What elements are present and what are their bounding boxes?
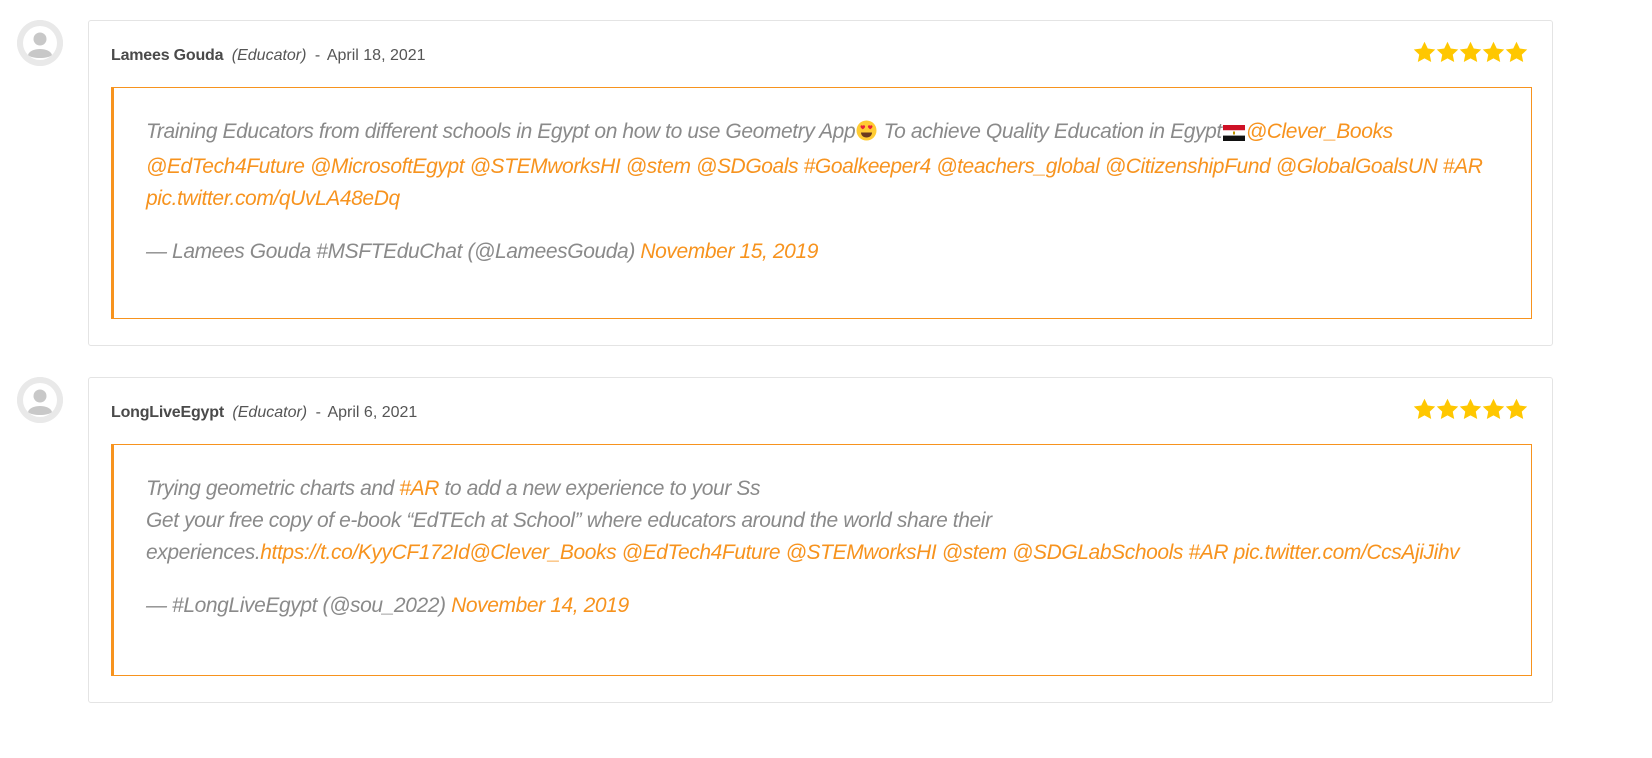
star-rating (1413, 41, 1528, 63)
tweet-url-link[interactable]: https://t.co/KyyCF172Id (260, 541, 469, 564)
user-silhouette-icon (17, 377, 63, 423)
tweet-mention-link[interactable]: @SDGoals (696, 155, 799, 178)
star-icon (1436, 398, 1459, 420)
tweet-text-segment: Training Educators from different school… (146, 120, 856, 143)
user-silhouette-icon (17, 20, 63, 66)
tweet-quote: Trying geometric charts and #AR to add a… (111, 444, 1532, 676)
review-author: Lamees Gouda (111, 47, 224, 64)
star-icon (1482, 398, 1505, 420)
tweet-hashtag-link[interactable]: #AR (1188, 541, 1228, 564)
tweet-text-segment: Trying geometric charts and (146, 477, 400, 500)
tweet-text-segment: experiences. (146, 541, 261, 564)
review-role: (Educator) (231, 47, 307, 64)
tweet-hashtag-link[interactable]: #AR (1443, 155, 1483, 178)
review-date: April 18, 2021 (326, 47, 426, 64)
review-role: (Educator) (232, 404, 308, 421)
review-meta: LongLiveEgypt (Educator) - April 6, 2021 (111, 402, 417, 424)
tweet-mention-link[interactable]: @EdTech4Future (146, 155, 305, 178)
tweet-date-link[interactable]: November 14, 2019 (451, 594, 629, 617)
tweet-hashtag-link[interactable]: #AR (399, 477, 439, 500)
tweet-text-segment: to add a new experience to your Ss (439, 477, 761, 500)
tweet-mention-link[interactable]: @stem (942, 541, 1007, 564)
tweet-text: Training Educators from different school… (146, 116, 1511, 215)
tweet-attribution: — #LongLiveEgypt (@sou_2022) November 14… (146, 590, 1511, 622)
tweet-mention-link[interactable]: @GlobalGoalsUN (1276, 155, 1438, 178)
tweet-mention-link[interactable]: @EdTech4Future (622, 541, 781, 564)
heart-eyes-emoji-icon (856, 119, 877, 151)
tweet-text-segment: To achieve Quality Education in Egypt (878, 120, 1223, 143)
tweet-text-segment: Get your free copy of e-book “EdTEch at … (146, 509, 992, 532)
review-date: April 6, 2021 (327, 404, 418, 421)
star-rating (1413, 398, 1528, 420)
star-icon (1505, 41, 1528, 63)
avatar (17, 377, 63, 423)
avatar (17, 20, 63, 66)
tweet-mention-link[interactable]: @STEMworksHI (470, 155, 621, 178)
review-meta: Lamees Gouda (Educator) - April 18, 2021 (111, 45, 426, 67)
tweet-mention-link[interactable]: @CitizenshipFund (1105, 155, 1271, 178)
review-card: Lamees Gouda (Educator) - April 18, 2021… (88, 20, 1553, 346)
tweet-date-link[interactable]: November 15, 2019 (640, 240, 818, 263)
star-icon (1413, 41, 1436, 63)
tweet-mention-link[interactable]: @stem (626, 155, 691, 178)
star-icon (1459, 41, 1482, 63)
meta-separator: - (314, 47, 321, 64)
review-card: LongLiveEgypt (Educator) - April 6, 2021… (88, 377, 1553, 703)
star-icon (1436, 41, 1459, 63)
tweet-mention-link[interactable]: @Clever_Books (469, 541, 616, 564)
tweet-mention-link[interactable]: @teachers_global (936, 155, 1100, 178)
egypt-flag-icon (1222, 119, 1245, 151)
tweet-mention-link[interactable]: @Clever_Books (1246, 120, 1393, 143)
tweet-pic-link[interactable]: pic.twitter.com/qUvLA48eDq (146, 187, 400, 210)
star-icon (1482, 41, 1505, 63)
star-icon (1505, 398, 1528, 420)
tweet-author: — #LongLiveEgypt (@sou_2022) (146, 594, 446, 617)
tweet-quote: Training Educators from different school… (111, 87, 1532, 319)
star-icon (1413, 398, 1436, 420)
tweet-mention-link[interactable]: @STEMworksHI (786, 541, 937, 564)
tweet-attribution: — Lamees Gouda #MSFTEduChat (@LameesGoud… (146, 236, 1511, 268)
review-author: LongLiveEgypt (111, 404, 224, 421)
tweet-pic-link[interactable]: pic.twitter.com/CcsAjiJihv (1234, 541, 1460, 564)
meta-separator: - (315, 404, 321, 421)
tweet-hashtag-link[interactable]: #Goalkeeper4 (804, 155, 932, 178)
tweet-mention-link[interactable]: @MicrosoftEgypt (310, 155, 465, 178)
star-icon (1459, 398, 1482, 420)
tweet-author: — Lamees Gouda #MSFTEduChat (@LameesGoud… (146, 240, 635, 263)
tweet-mention-link[interactable]: @SDGLabSchools (1012, 541, 1183, 564)
tweet-text: Trying geometric charts and #AR to add a… (146, 473, 1511, 569)
